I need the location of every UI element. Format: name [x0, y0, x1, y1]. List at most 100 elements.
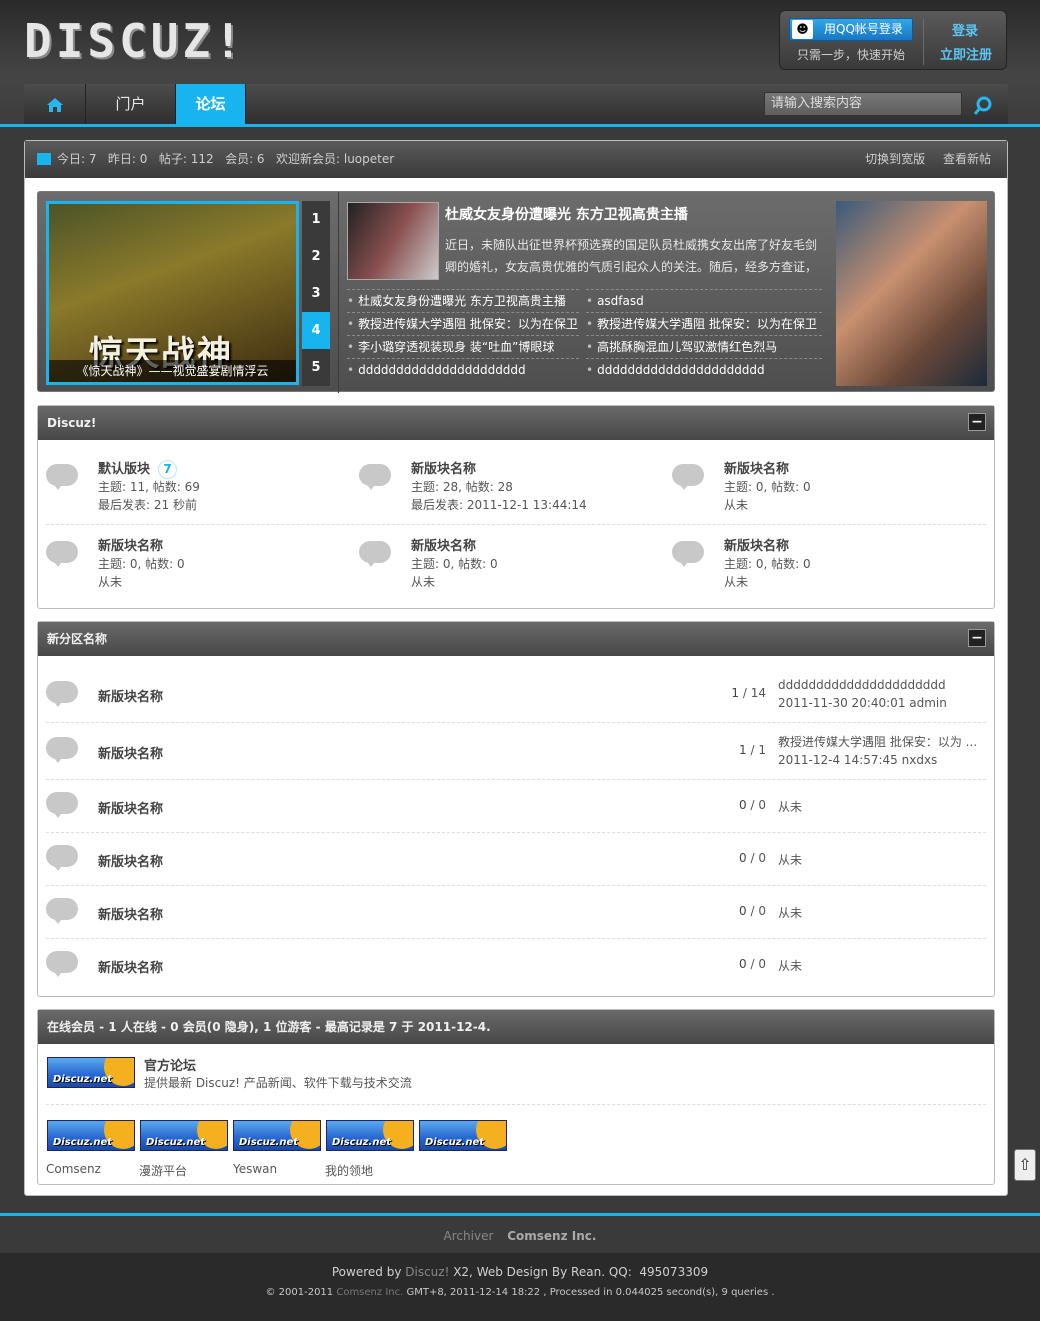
discuz-logo-text: Discuz.net [53, 1074, 113, 1085]
footer-links: Archiver Comsenz Inc. [0, 1213, 1040, 1253]
topic-count: 0 [739, 851, 747, 865]
friend-link-logo[interactable]: Discuz.net [326, 1120, 414, 1151]
section-title: Discuz! [47, 416, 97, 430]
slide-number-1[interactable]: 1 [302, 201, 330, 238]
archiver-link[interactable]: Archiver [444, 1229, 494, 1243]
forum-name[interactable]: 新版块名称 [98, 743, 163, 762]
topic-count: 0 [739, 798, 747, 812]
slider-caption[interactable]: 《惊天战神》——视觉盛宴剧情浮云 [49, 360, 296, 382]
stats-bar: 今日: 7 昨日: 0 帖子: 112 会员: 6 欢迎新会员: luopete… [25, 141, 1007, 178]
table-row[interactable]: 新版块名称 1 / 14 dddddddddddddddddddddd 2011-… [46, 667, 986, 723]
forum-name[interactable]: 新版块名称 [98, 957, 163, 976]
forum-name[interactable]: 新版块名称 [411, 535, 476, 554]
table-row[interactable]: 新版块名称 0 / 0 从未 [46, 939, 986, 992]
header-accent-line [0, 124, 1040, 127]
copyright: © 2001-2011 Comsenz Inc. GMT+8, 2011-12-… [0, 1287, 1040, 1298]
forum-name-wrap: 默认版块 7 [98, 458, 178, 479]
slider-image[interactable]: 惊天战神 《惊天战神》——视觉盛宴剧情浮云 [46, 201, 299, 385]
table-row[interactable]: 新版块名称 0 / 0 从未 [46, 886, 986, 939]
forum-name[interactable]: 新版块名称 [98, 798, 163, 817]
friend-link-text[interactable]: 漫游平台 [139, 1162, 187, 1179]
nav-tab-forum[interactable]: 论坛 [176, 84, 246, 125]
nav-tab-portal[interactable]: 门户 [86, 84, 176, 125]
news-link[interactable]: dddddddddddddddddddddd [586, 358, 822, 381]
discuz-logo-text: Discuz.net [53, 1137, 113, 1148]
topic-count: 1 [739, 743, 747, 757]
forum-bubble-icon [672, 464, 706, 492]
forum-bubble-icon [46, 541, 80, 569]
company-link[interactable]: Comsenz Inc. [507, 1229, 596, 1243]
headline-title[interactable]: 杜威女友身份遭曝光 东方卫视高贵主播 [445, 204, 688, 224]
last-post: 教授进传媒大学遇阻 批保安：以为 ... 2011-12-4 14:57:45 n… [778, 733, 977, 769]
topic-post-count: 0 / 0 [739, 798, 766, 812]
discuz-logo-text: Discuz.net [146, 1137, 206, 1148]
post-count: 1 [758, 743, 766, 757]
news-link[interactable]: 教授进传媒大学遇阻 批保安：以为在保卫 [347, 312, 579, 335]
view-new-posts-link[interactable]: 查看新帖 [943, 152, 991, 166]
headline-thumbnail[interactable] [347, 202, 439, 280]
slide-number-3[interactable]: 3 [302, 275, 330, 312]
qq-login-button[interactable]: ☻ 用QQ帐号登录 [789, 18, 913, 41]
friend-link-text[interactable]: 我的领地 [325, 1162, 373, 1179]
section-header: 新分区名称 − [38, 622, 994, 656]
table-row[interactable]: 新版块名称 1 / 1 教授进传媒大学遇阻 批保安：以为 ... 2011-12-… [46, 723, 986, 780]
official-forum-name[interactable]: 官方论坛 [144, 1055, 196, 1074]
scroll-top-button[interactable]: ⇧ [1014, 1149, 1036, 1181]
forum-last-post: 从未 [411, 575, 436, 589]
copyright-company-link[interactable]: Comsenz Inc. [336, 1287, 403, 1298]
copyright-suffix: GMT+8, 2011-12-14 18:22 , Processed in 0… [403, 1287, 775, 1298]
forum-name[interactable]: 新版块名称 [98, 535, 163, 554]
discuz-logo-link[interactable]: Discuz.net [47, 1057, 135, 1088]
forum-name[interactable]: 新版块名称 [98, 851, 163, 870]
side-poster-image[interactable] [836, 201, 987, 386]
news-link[interactable]: 李小璐穿透视装现身 装“吐血”博眼球 [347, 335, 579, 358]
news-link[interactable]: 杜威女友身份遭曝光 东方卫视高贵主播 [347, 289, 579, 312]
last-post: 从未 [778, 906, 803, 920]
topic-count: 0 [739, 904, 747, 918]
forum-row-divider [46, 524, 986, 525]
last-post-title[interactable]: 教授进传媒大学遇阻 批保安：以为 ... [778, 733, 977, 751]
news-link[interactable]: 教授进传媒大学遇阻 批保安：以为在保卫 [586, 312, 822, 335]
friend-link-logo[interactable]: Discuz.net [140, 1120, 228, 1151]
featured-slider: 惊天战神 《惊天战神》——视觉盛宴剧情浮云 1 2 3 4 5 杜威女友身份遭曝… [37, 191, 995, 393]
slide-number-4[interactable]: 4 [302, 312, 330, 349]
forum-stats: 主题: 11, 帖数: 69 [98, 480, 200, 494]
minus-icon[interactable]: − [968, 629, 986, 647]
news-link[interactable]: asdfasd [586, 289, 822, 312]
forum-name[interactable]: 默认版块 [98, 462, 150, 477]
login-divider [923, 19, 924, 65]
forum-name[interactable]: 新版块名称 [724, 535, 789, 554]
forum-bubble-icon [46, 464, 80, 492]
forum-name[interactable]: 新版块名称 [98, 686, 163, 705]
forum-name[interactable]: 新版块名称 [98, 904, 163, 923]
forum-name[interactable]: 新版块名称 [411, 458, 476, 477]
friend-link-logo[interactable]: Discuz.net [419, 1120, 507, 1151]
slide-number-5[interactable]: 5 [302, 349, 330, 386]
friend-link-text[interactable]: Yeswan [233, 1162, 277, 1176]
news-link[interactable]: dddddddddddddddddddddd [347, 358, 579, 381]
forum-name[interactable]: 新版块名称 [724, 458, 789, 477]
news-link[interactable]: 高挑酥胸混血儿驾驭激情红色烈马 [586, 335, 822, 358]
login-link[interactable]: 登录 [952, 20, 978, 39]
forum-stats: 主题: 0, 帖数: 0 [98, 557, 185, 571]
discuz-brand-link[interactable]: Discuz! [405, 1265, 449, 1279]
topic-post-count: 0 / 0 [739, 957, 766, 971]
slide-number-2[interactable]: 2 [302, 238, 330, 275]
nav-home[interactable] [24, 84, 86, 125]
minus-icon[interactable]: − [968, 413, 986, 431]
topic-post-count: 1 / 14 [731, 686, 766, 700]
friend-link-logo[interactable]: Discuz.net [233, 1120, 321, 1151]
discuz-logo-text: Discuz.net [239, 1137, 299, 1148]
friend-link-text[interactable]: Comsenz [46, 1162, 101, 1176]
register-link[interactable]: 立即注册 [940, 44, 992, 63]
table-row[interactable]: 新版块名称 0 / 0 从未 [46, 780, 986, 833]
table-row[interactable]: 新版块名称 0 / 0 从未 [46, 833, 986, 886]
site-logo[interactable]: DISCUZ! [24, 14, 246, 68]
friend-link-logo[interactable]: Discuz.net [47, 1120, 135, 1151]
forum-bubble-icon [359, 464, 393, 492]
online-stats-title[interactable]: 在线会员 - 1 人在线 - 0 会员(0 隐身), 1 位游客 - 最高记录是… [47, 1020, 491, 1034]
switch-wide-link[interactable]: 切换到宽版 [865, 152, 925, 166]
search-button[interactable] [970, 90, 996, 118]
last-post-title[interactable]: dddddddddddddddddddddd [778, 676, 947, 694]
search-input[interactable]: 请输入搜索内容 [764, 92, 962, 116]
